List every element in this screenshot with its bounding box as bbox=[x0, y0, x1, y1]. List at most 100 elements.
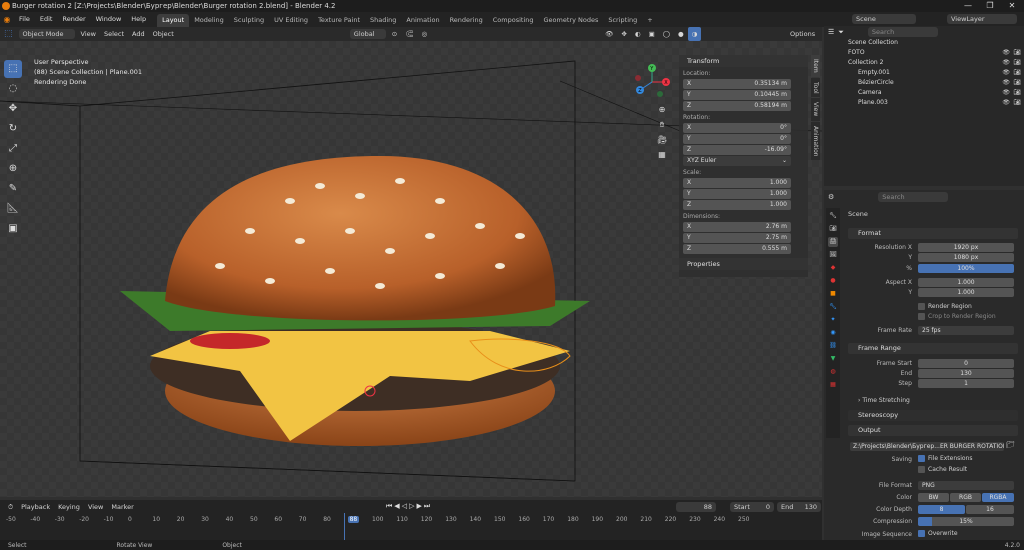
file-format-select[interactable]: PNG bbox=[918, 481, 1014, 490]
transform-tool-icon[interactable]: ⊕ bbox=[4, 160, 22, 178]
output-props-icon[interactable]: 🖨︎ bbox=[828, 237, 838, 247]
stereoscopy-section-header[interactable]: Stereoscopy bbox=[848, 410, 1018, 421]
visibility-eye-icon[interactable]: 👁︎ bbox=[1002, 48, 1010, 58]
orientation-selector[interactable]: Global bbox=[349, 29, 386, 39]
frame-rate-select[interactable]: 25 fps bbox=[918, 326, 1014, 335]
loc-field-x[interactable]: X 0.35134 m bbox=[683, 79, 791, 89]
outliner-search-input[interactable]: Search bbox=[867, 27, 938, 37]
crop-region-checkbox[interactable]: Crop to Render Region bbox=[918, 313, 996, 320]
grid-view-icon[interactable]: ▦ bbox=[656, 147, 668, 162]
measure-tool-icon[interactable]: 📐︎ bbox=[4, 200, 22, 218]
navigation-gizmo[interactable]: X Y Z bbox=[630, 60, 674, 104]
menu-file[interactable]: File bbox=[14, 12, 35, 27]
mode-selector[interactable]: Object Mode bbox=[18, 29, 75, 39]
tab-uv-editing[interactable]: UV Editing bbox=[269, 14, 313, 27]
file-extensions-checkbox[interactable]: File Extensions bbox=[918, 455, 973, 462]
camera-view-icon[interactable]: 🎥︎ bbox=[656, 132, 668, 147]
menu-view[interactable]: View bbox=[77, 27, 100, 41]
maximize-button[interactable]: ❐ bbox=[980, 1, 1000, 11]
gizmo-toggle-icon[interactable]: ✥ bbox=[617, 27, 630, 41]
render-props-icon[interactable]: 📷︎ bbox=[828, 224, 838, 234]
render-camera-icon[interactable]: 📷︎ bbox=[1013, 68, 1021, 78]
render-camera-icon[interactable]: 📷︎ bbox=[1013, 98, 1021, 108]
tab-animation[interactable]: Animation bbox=[401, 14, 444, 27]
object-props-icon[interactable]: ■ bbox=[828, 289, 838, 299]
outliner-row[interactable]: Plane.003 👁︎ 📷︎ bbox=[824, 98, 1024, 108]
shading-solid-icon[interactable]: ● bbox=[674, 27, 688, 41]
minimize-button[interactable]: — bbox=[958, 1, 978, 11]
blender-menu-icon[interactable]: ◉ bbox=[0, 15, 14, 24]
tab-layout[interactable]: Layout bbox=[157, 13, 190, 27]
visibility-eye-icon[interactable]: 👁︎ bbox=[1002, 98, 1010, 108]
tab-scripting[interactable]: Scripting bbox=[603, 14, 642, 27]
visibility-eye-icon[interactable]: 👁︎ bbox=[1002, 88, 1010, 98]
visibility-eye-icon[interactable]: 👁︎ bbox=[1002, 58, 1010, 68]
tab-tool[interactable]: Tool bbox=[811, 77, 820, 98]
menu-add[interactable]: Add bbox=[128, 27, 149, 41]
menu-select[interactable]: Select bbox=[100, 27, 128, 41]
folder-icon[interactable]: 📁︎ bbox=[1006, 441, 1015, 449]
frame-start-field[interactable]: 0 bbox=[918, 359, 1014, 368]
tab-geometry-nodes[interactable]: Geometry Nodes bbox=[539, 14, 604, 27]
format-section-header[interactable]: Format bbox=[848, 228, 1018, 239]
compression-slider[interactable]: 15% bbox=[918, 517, 1014, 526]
outliner-row[interactable]: BézierCircle 👁︎ 📷︎ bbox=[824, 78, 1024, 88]
playhead[interactable] bbox=[344, 513, 345, 542]
close-button[interactable]: ✕ bbox=[1002, 1, 1022, 11]
properties-search-input[interactable]: Search bbox=[878, 192, 949, 202]
menu-render[interactable]: Render bbox=[57, 12, 90, 27]
frame-range-section-header[interactable]: Frame Range bbox=[848, 343, 1018, 354]
output-section-header[interactable]: Output bbox=[848, 425, 1018, 436]
menu-keying[interactable]: Keying bbox=[54, 500, 84, 514]
physics-props-icon[interactable]: ◉ bbox=[828, 328, 838, 338]
zoom-icon[interactable]: ⊕ bbox=[656, 102, 668, 117]
editor-type-icon[interactable]: ⬚ bbox=[0, 27, 17, 41]
color-rgb-button[interactable]: RGB bbox=[950, 493, 981, 502]
menu-timeline-view[interactable]: View bbox=[84, 500, 107, 514]
visibility-eye-icon[interactable]: 👁︎ bbox=[1002, 78, 1010, 88]
rotate-tool-icon[interactable]: ↻ bbox=[4, 120, 22, 138]
scl-field-x[interactable]: X 1.000 bbox=[683, 178, 791, 188]
outliner-row[interactable]: Collection 2 👁︎ 📷︎ bbox=[824, 58, 1024, 68]
resolution-percent-field[interactable]: 100% bbox=[918, 264, 1014, 273]
snap-icon[interactable]: 🧲︎ bbox=[401, 27, 417, 41]
tab-modeling[interactable]: Modeling bbox=[189, 14, 229, 27]
texture-props-icon[interactable]: ▦ bbox=[828, 380, 838, 390]
add-cube-tool-icon[interactable]: ▣ bbox=[4, 220, 22, 238]
constraints-props-icon[interactable]: ⛓︎ bbox=[828, 341, 838, 351]
xray-toggle-icon[interactable]: ▣ bbox=[645, 27, 659, 41]
timeline-editor-icon[interactable]: ⏱︎ bbox=[4, 500, 17, 514]
tab-rendering[interactable]: Rendering bbox=[445, 14, 488, 27]
move-tool-icon[interactable]: ✥ bbox=[4, 100, 22, 118]
pan-hand-icon[interactable]: ✋︎ bbox=[656, 117, 668, 132]
rot-field-x[interactable]: X 0° bbox=[683, 123, 791, 133]
tab-item[interactable]: Item bbox=[811, 55, 820, 77]
color-depth-8-button[interactable]: 8 bbox=[918, 505, 965, 514]
render-region-checkbox[interactable]: Render Region bbox=[918, 303, 972, 310]
dim-field-z[interactable]: Z 0.555 m bbox=[683, 244, 791, 254]
rot-field-y[interactable]: Y 0° bbox=[683, 134, 791, 144]
scene-props-icon[interactable]: ◆ bbox=[828, 263, 838, 273]
start-frame-field[interactable]: Start 0 bbox=[730, 502, 774, 512]
resolution-x-field[interactable]: 1920 px bbox=[918, 243, 1014, 252]
tab-texture-paint[interactable]: Texture Paint bbox=[313, 14, 365, 27]
aspect-y-field[interactable]: 1.000 bbox=[918, 288, 1014, 297]
tab-compositing[interactable]: Compositing bbox=[488, 14, 539, 27]
frame-end-field[interactable]: 130 bbox=[918, 369, 1014, 378]
viewlayer-selector[interactable]: ViewLayer bbox=[947, 14, 1017, 24]
shading-wireframe-icon[interactable]: ◯ bbox=[659, 27, 674, 41]
view-layer-props-icon[interactable]: 🖼︎ bbox=[828, 250, 838, 260]
transform-panel-header[interactable]: Transform bbox=[679, 55, 808, 67]
color-bw-button[interactable]: BW bbox=[918, 493, 949, 502]
time-stretching-subpanel[interactable]: › Time Stretching bbox=[858, 397, 910, 404]
rotation-mode-select[interactable]: XYZ Euler ⌄ bbox=[683, 156, 791, 166]
properties-panel-header[interactable]: Properties bbox=[679, 258, 808, 270]
menu-help[interactable]: Help bbox=[126, 12, 151, 27]
filter-icon[interactable]: ⏷ bbox=[838, 28, 844, 37]
scl-field-y[interactable]: Y 1.000 bbox=[683, 189, 791, 199]
aspect-x-field[interactable]: 1.000 bbox=[918, 278, 1014, 287]
color-depth-16-button[interactable]: 16 bbox=[966, 505, 1014, 514]
color-rgba-button[interactable]: RGBA bbox=[982, 493, 1014, 502]
modifier-props-icon[interactable]: 🔧︎ bbox=[828, 302, 838, 312]
tab-sculpting[interactable]: Sculpting bbox=[229, 14, 269, 27]
